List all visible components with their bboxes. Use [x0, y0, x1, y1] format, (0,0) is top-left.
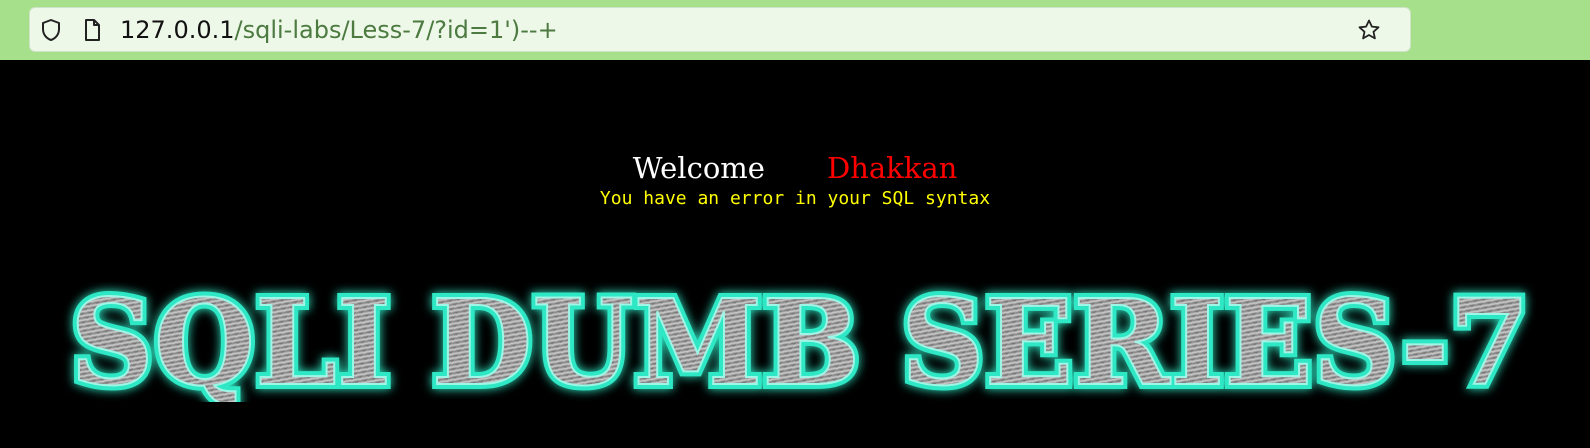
error-message: You have an error in your SQL syntax: [599, 188, 991, 209]
page-icon: [85, 19, 100, 41]
url-host: 127.0.0.1: [120, 16, 235, 44]
url-text[interactable]: 127.0.0.1/sqli-labs/Less-7/?id=1')--+: [120, 15, 558, 45]
shield-icon[interactable]: [39, 18, 63, 42]
banner-logo: SQLI DUMB SERIES-7 SQLI DUMB SERIES-7: [65, 282, 1535, 402]
welcome-line: Welcome Dhakkan: [0, 152, 1590, 184]
welcome-text: Welcome: [632, 151, 765, 185]
page-content: Welcome Dhakkan You have an error in your…: [0, 60, 1590, 448]
url-path: /sqli-labs/Less-7/?id=1')--+: [234, 16, 558, 44]
banner-text: SQLI DUMB SERIES-7: [70, 282, 1530, 402]
star-icon[interactable]: [1357, 18, 1381, 42]
user-name: Dhakkan: [826, 151, 958, 185]
browser-toolbar: 127.0.0.1/sqli-labs/Less-7/?id=1')--+: [0, 0, 1590, 60]
address-bar[interactable]: 127.0.0.1/sqli-labs/Less-7/?id=1')--+: [29, 7, 1411, 52]
